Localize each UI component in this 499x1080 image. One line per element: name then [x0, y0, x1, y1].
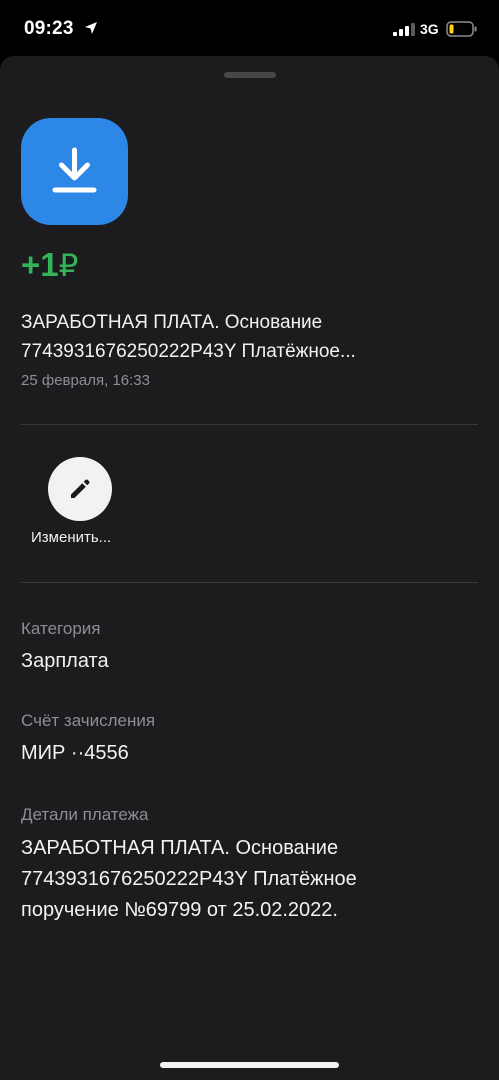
transaction-title: ЗАРАБОТНАЯ ПЛАТА. Основание 774393167625… [21, 308, 461, 366]
details-value: ЗАРАБОТНАЯ ПЛАТА. Основание 774393167625… [21, 833, 461, 926]
category-value[interactable]: Зарплата [21, 650, 109, 673]
network-type: 3G [420, 21, 439, 37]
home-indicator[interactable] [160, 1062, 339, 1068]
details-line: 7743931676250222P43Y Платёжное [21, 868, 357, 890]
battery-icon [446, 21, 477, 37]
download-icon [52, 147, 97, 193]
details-label: Детали платежа [21, 805, 149, 824]
amount-value: +1 [21, 246, 59, 283]
transaction-amount: +1₽ [21, 246, 78, 284]
edit-button[interactable]: Изменить... [30, 457, 130, 557]
divider [21, 424, 478, 425]
transaction-sheet: +1₽ ЗАРАБОТНАЯ ПЛАТА. Основание 77439316… [0, 56, 499, 1080]
details-line: поручение №69799 от 25.02.2022. [21, 899, 338, 921]
status-time: 09:23 [24, 18, 74, 39]
pencil-icon [71, 479, 90, 498]
edit-button-circle[interactable] [48, 457, 112, 521]
title-line: ЗАРАБОТНАЯ ПЛАТА. Основание [21, 312, 323, 333]
transaction-date: 25 февраля, 16:33 [21, 372, 150, 389]
account-label: Счёт зачисления [21, 711, 156, 730]
category-label: Категория [21, 619, 101, 638]
title-line: 7743931676250222P43Y Платёжное... [21, 341, 356, 362]
transaction-type-icon [21, 118, 128, 225]
account-value[interactable]: МИР ··4556 [21, 742, 129, 765]
edit-button-label[interactable]: Изменить... [31, 529, 111, 546]
divider [21, 582, 478, 583]
status-bar: 09:23 3G [0, 0, 499, 56]
details-line: ЗАРАБОТНАЯ ПЛАТА. Основание [21, 837, 339, 859]
sheet-grabber[interactable] [224, 72, 276, 78]
currency-symbol: ₽ [58, 248, 79, 283]
cellular-signal-icon [393, 23, 415, 36]
location-arrow-icon [85, 22, 97, 34]
